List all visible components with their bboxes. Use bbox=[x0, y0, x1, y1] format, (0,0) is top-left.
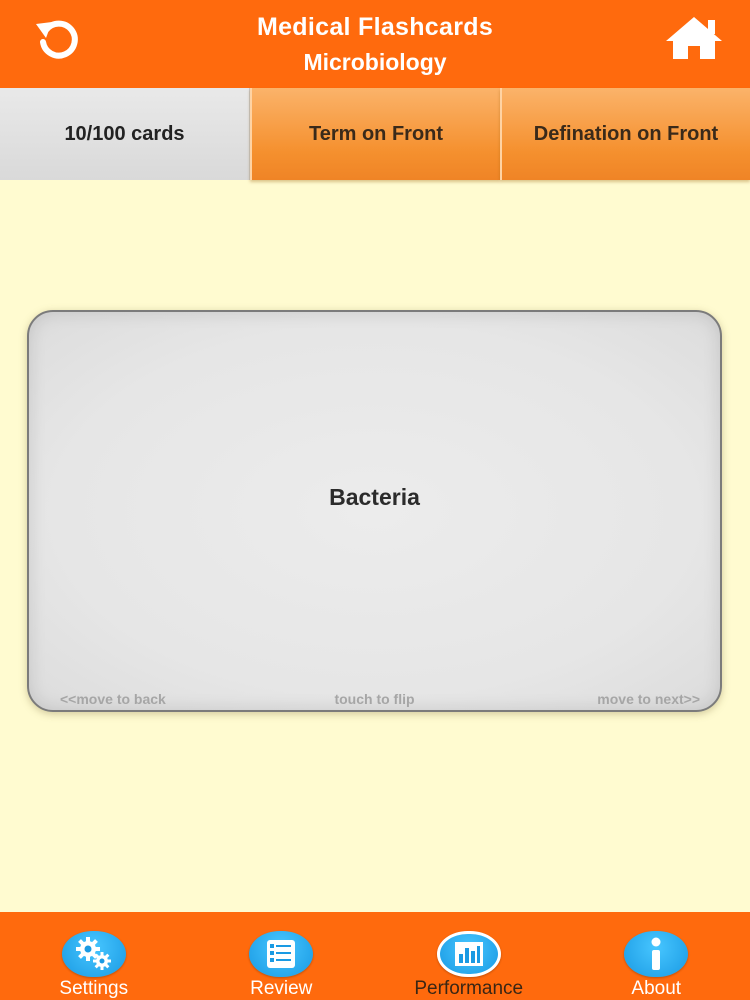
home-icon bbox=[664, 15, 724, 66]
page-title: Medical Flashcards bbox=[256, 13, 494, 41]
mode-segment-bar: 10/100 cards Term on Front Defination on… bbox=[0, 88, 750, 184]
list-icon bbox=[249, 931, 314, 977]
tab-about[interactable]: About bbox=[563, 912, 750, 1000]
refresh-back-icon bbox=[32, 12, 84, 69]
definition-on-front-label: Defination on Front bbox=[533, 122, 719, 145]
tab-settings-label: Settings bbox=[59, 978, 129, 999]
back-button[interactable] bbox=[26, 12, 90, 68]
tab-performance-label: Performance bbox=[414, 978, 524, 999]
header-titles: Medical Flashcards Microbiology bbox=[257, 9, 493, 79]
term-on-front-segment[interactable]: Term on Front bbox=[250, 88, 500, 180]
definition-on-front-segment[interactable]: Defination on Front bbox=[500, 88, 750, 180]
info-icon bbox=[624, 931, 689, 977]
flashcard[interactable]: Bacteria <<move to back touch to flip mo… bbox=[27, 310, 722, 712]
tab-about-label: About bbox=[631, 978, 682, 999]
tab-settings[interactable]: Settings bbox=[0, 912, 188, 1000]
page-subtitle: Microbiology bbox=[303, 49, 447, 75]
tab-review[interactable]: Review bbox=[188, 912, 376, 1000]
move-to-next-hint[interactable]: move to next>> bbox=[597, 691, 700, 707]
term-on-front-label: Term on Front bbox=[308, 122, 444, 145]
tab-review-label: Review bbox=[250, 978, 313, 999]
app: Medical Flashcards Microbiology 10/100 c… bbox=[0, 0, 750, 1000]
tab-performance[interactable]: Performance bbox=[375, 912, 563, 1000]
card-count-segment[interactable]: 10/100 cards bbox=[0, 88, 250, 180]
card-count-label: 10/100 cards bbox=[64, 122, 185, 145]
gears-icon bbox=[61, 931, 126, 977]
bottom-tab-bar: Settings Review Performance About bbox=[0, 912, 750, 1000]
flashcard-term: Bacteria bbox=[329, 484, 420, 510]
header-bar: Medical Flashcards Microbiology bbox=[0, 0, 750, 88]
bar-chart-icon bbox=[436, 931, 501, 977]
home-button[interactable] bbox=[662, 12, 726, 68]
